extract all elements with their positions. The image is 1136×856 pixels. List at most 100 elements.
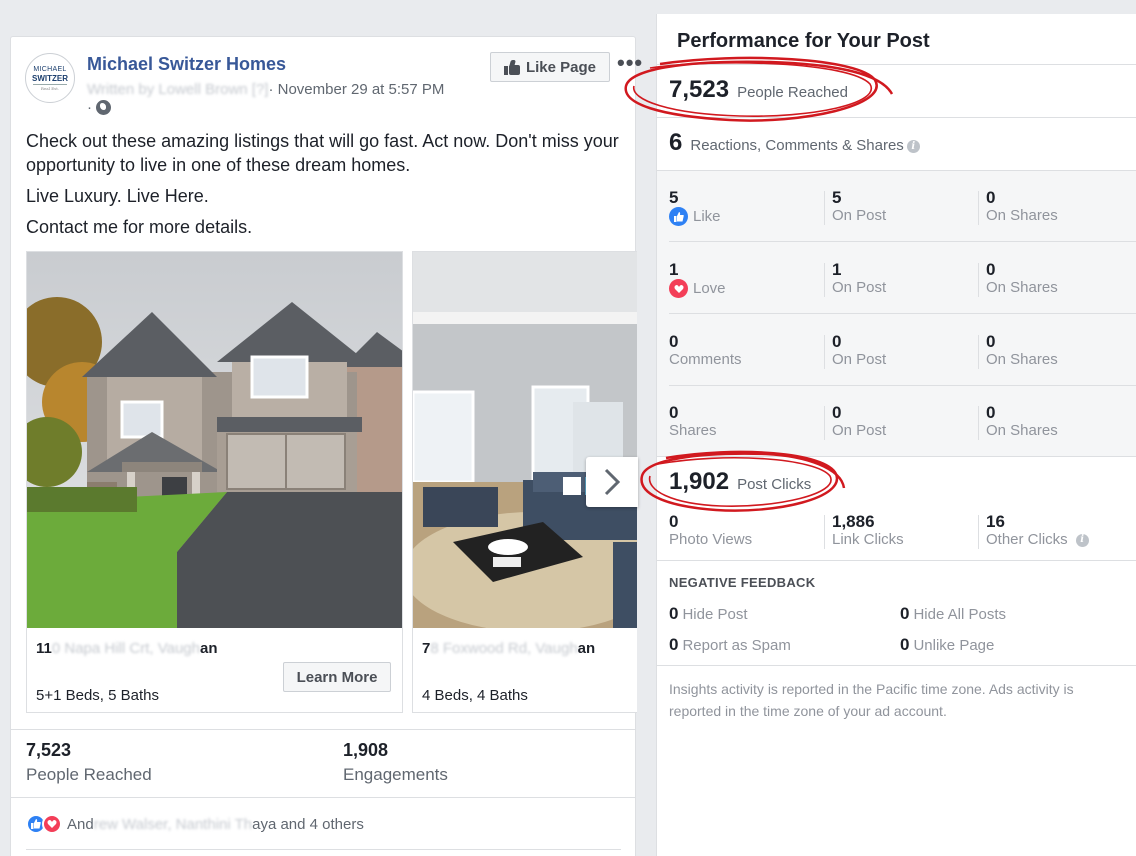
breakdown-on-shares: 0 On Shares [986,261,1058,297]
negative-value: 0 [900,604,910,623]
breakdown-value: 5 [669,188,679,207]
page-name-link[interactable]: Michael Switzer Homes [87,54,286,75]
breakdown-label-text: Like [693,207,721,225]
breakdown-on-shares: 0 On Shares [986,189,1058,225]
like-icon [669,207,688,226]
breakdown-value: 0 [986,403,996,422]
love-icon [669,279,688,298]
listing-description: 5+1 Beds, 5 Baths [36,687,160,704]
breakdown-value: 0 [986,332,996,351]
listing-title-start: 11 [36,640,52,657]
column-separator [978,515,979,549]
post-message: Check out these amazing listings that wi… [26,129,626,246]
listing-title[interactable]: 78 Foxwood Rd, Vaughan [422,640,595,657]
clicks-value: 0 [669,512,679,531]
avatar-text-line1: MICHAEL [33,65,67,73]
breakdown-on-shares: 0 On Shares [986,404,1058,440]
engagement-label: Reactions, Comments & Shares [690,137,904,154]
breakdown-row-like: 5 Like 5 On Post 0 On Shares [657,171,1136,242]
listing-title-blurred: 8 Foxwood Rd, Vaugh [430,640,578,657]
stat-label: People Reached [26,765,152,784]
breakdown-total: 0 Shares [669,404,717,440]
divider [657,665,1136,666]
breakdown-value: 1 [832,260,842,279]
breakdown-label: On Shares [986,279,1058,296]
carousel-next-button[interactable] [586,457,638,507]
breakdown-value: 0 [832,332,842,351]
breakdown-label: On Post [832,207,887,224]
breakdown-value: 0 [669,332,679,351]
separator-dot: · [87,99,92,116]
living-room-photo[interactable] [413,252,637,628]
more-options-icon[interactable]: ••• [617,52,643,74]
reactors-end: aya and 4 others [252,815,364,833]
page-avatar[interactable]: MICHAEL SWITZER Real Est. [25,53,75,103]
hide-post-stat: 0 Hide Post [669,604,748,624]
breakdown-total: 1 Love [669,261,726,298]
reactions-summary[interactable]: And rew Walser, Nanthini Th aya and 4 othe… [26,814,364,834]
post-visibility: · [87,99,111,116]
column-separator [978,406,979,440]
people-reached-stat: 7,523 People Reached [669,76,848,104]
post-header: MICHAEL SWITZER Real Est. Michael Switze… [25,51,642,121]
negative-value: 0 [669,635,679,654]
house-exterior-photo[interactable] [27,252,402,628]
breakdown-label: On Post [832,422,887,439]
written-by[interactable]: Written by Lowell Brown [?] [87,81,268,98]
like-page-label: Like Page [525,58,597,76]
post-timestamp[interactable]: · November 29 at 5:57 PM [268,81,444,98]
negative-label: Hide Post [682,606,748,623]
divider [657,560,1136,561]
stat-label: Engagements [343,765,448,784]
globe-icon [96,100,111,115]
negative-label: Hide All Posts [913,606,1007,623]
reactors-blurred: rew Walser, Nanthini Th [93,815,253,833]
unlike-page-stat: 0 Unlike Page [900,635,994,655]
breakdown-label-text: Love [693,279,726,297]
breakdown-label: On Post [832,279,887,296]
breakdown-on-shares: 0 On Shares [986,333,1058,369]
breakdown-label: On Shares [986,422,1058,439]
engagement-stat: 6 Reactions, Comments & Shares i [669,129,920,157]
divider [669,241,1136,242]
negative-value: 0 [669,604,679,623]
carousel-card[interactable]: 110 Napa Hill Crt, Vaughan 5+1 Beds, 5 B… [26,251,403,713]
clicks-value: 16 [986,512,1005,531]
avatar-text-line2: SWITZER [32,73,68,83]
breakdown-row-shares: 0 Shares 0 On Post 0 On Shares [657,386,1136,457]
people-reached-stat[interactable]: 7,523 People Reached [26,740,152,785]
listing-title[interactable]: 110 Napa Hill Crt, Vaughan [36,640,218,657]
clicks-value: 1,886 [832,512,875,531]
divider [26,849,621,850]
other-clicks-label: Other Clicks [986,531,1068,548]
listing-title-end: an [199,640,218,657]
breakdown-label: On Post [832,351,887,368]
breakdown-row-comments: 0 Comments 0 On Post 0 On Shares [657,315,1136,386]
clicks-label: Other Clicks i [986,531,1089,549]
listing-title-end: an [577,640,596,657]
reaction-breakdown: 5 Like 5 On Post 0 On Shares 1 Love 1 On… [657,170,1136,457]
breakdown-value: 5 [832,188,842,207]
clicks-label: Link Clicks [832,531,904,548]
column-separator [978,263,979,297]
info-icon[interactable]: i [1075,533,1089,547]
top-strip [0,0,1136,14]
other-clicks: 16 Other Clicks i [986,513,1089,549]
avatar-rule [33,83,67,85]
info-icon[interactable]: i [906,140,920,153]
report-spam-stat: 0 Report as Spam [669,635,791,655]
column-separator [978,335,979,369]
post-stats: 7,523 People Reached 1,908 Engagements [11,729,635,797]
breakdown-value: 0 [669,403,679,422]
avatar-text-line3: Real Est. [40,85,60,91]
post-clicks-stat: 1,902 Post Clicks [669,468,811,496]
engagements-stat[interactable]: 1,908 Engagements [343,740,448,785]
divider [669,313,1136,314]
breakdown-on-post: 0 On Post [832,333,886,369]
clicks-breakdown: 0 Photo Views 1,886 Link Clicks 16 Other… [657,511,1136,559]
hide-all-posts-stat: 0 Hide All Posts [900,604,1006,624]
like-page-button[interactable]: Like Page [490,52,610,82]
breakdown-value: 0 [832,403,842,422]
photo-views: 0 Photo Views [669,513,752,549]
learn-more-button[interactable]: Learn More [283,662,391,692]
